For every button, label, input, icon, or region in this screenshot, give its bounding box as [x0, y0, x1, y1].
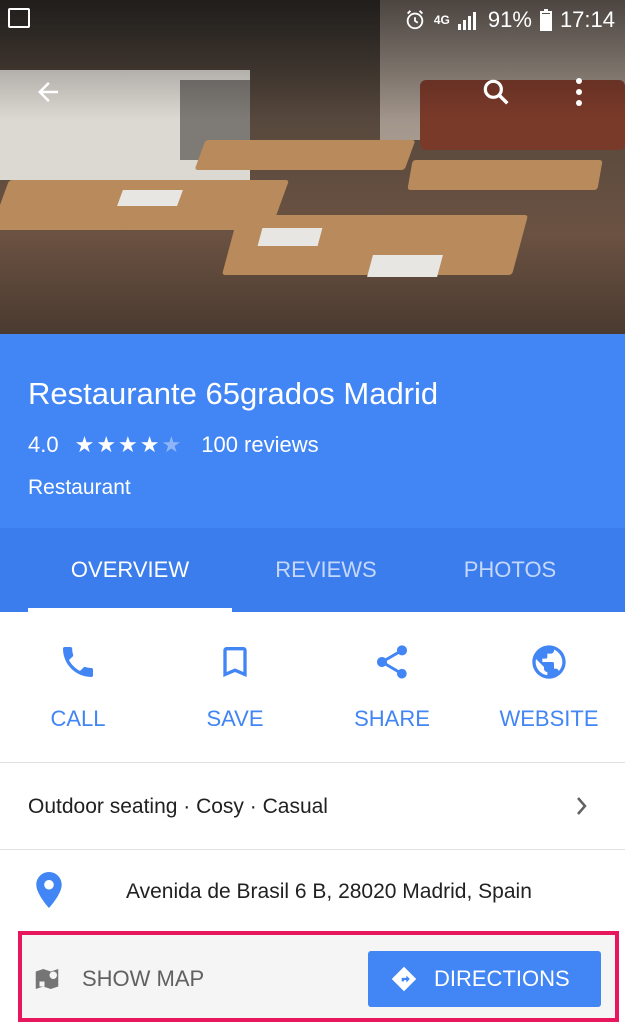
show-map-button[interactable]: SHOW MAP — [32, 955, 204, 1003]
bottom-action-bar: SHOW MAP DIRECTIONS — [18, 931, 619, 1022]
call-button[interactable]: CALL — [0, 612, 156, 762]
rating-row[interactable]: 4.0 ★★★★★ 100 reviews — [28, 432, 319, 458]
photo-placemat — [257, 228, 323, 246]
more-vert-icon — [576, 78, 582, 106]
search-icon — [483, 79, 509, 105]
map-icon — [35, 969, 59, 989]
tab-bar: OVERVIEW REVIEWS PHOTOS — [0, 528, 625, 612]
battery-percent: 91% — [487, 7, 532, 32]
place-header: Restaurante 65grados Madrid 4.0 ★★★★★ 10… — [0, 334, 625, 528]
status-right: 4G 91% 17:14 — [404, 7, 615, 33]
place-name: Restaurante 65grados Madrid — [28, 376, 439, 411]
chevron-right-icon — [577, 797, 587, 815]
address-text: Avenida de Brasil 6 B, 28020 Madrid, Spa… — [126, 880, 532, 903]
attributes-row[interactable]: Outdoor seating · Cosy · Casual — [0, 763, 625, 850]
tab-photos[interactable]: PHOTOS — [420, 528, 600, 612]
globe-icon — [532, 645, 566, 679]
bookmark-icon — [223, 647, 247, 677]
action-row: CALL SAVE SHARE WEBSITE — [0, 612, 625, 763]
status-bar: 4G 91% 17:14 — [0, 0, 625, 40]
save-button[interactable]: SAVE — [157, 612, 313, 762]
search-button[interactable] — [474, 70, 518, 114]
rating-value: 4.0 — [28, 432, 59, 457]
address-row[interactable]: Avenida de Brasil 6 B, 28020 Madrid, Spa… — [0, 850, 625, 932]
website-button[interactable]: WEBSITE — [471, 612, 625, 762]
directions-icon — [391, 966, 417, 992]
share-button[interactable]: SHARE — [314, 612, 470, 762]
clock: 17:14 — [559, 7, 615, 32]
call-label: CALL — [50, 706, 106, 731]
photo-placemat — [367, 255, 443, 277]
star-empty: ★ — [161, 432, 184, 457]
tab-overview[interactable]: OVERVIEW — [28, 528, 232, 612]
photo-table — [407, 160, 603, 190]
location-pin-icon — [36, 872, 62, 908]
show-map-label: SHOW MAP — [82, 966, 205, 991]
place-category: Restaurant — [28, 476, 131, 499]
photo-placemat — [117, 190, 183, 206]
share-icon — [377, 645, 407, 679]
share-label: SHARE — [354, 706, 430, 731]
website-label: WEBSITE — [499, 706, 599, 731]
directions-button[interactable]: DIRECTIONS — [368, 951, 601, 1007]
review-count: 100 reviews — [201, 432, 319, 457]
save-label: SAVE — [206, 706, 264, 731]
arrow-back-icon — [38, 82, 58, 102]
stars-filled: ★★★★ — [74, 432, 162, 457]
star-rating: ★★★★★ — [75, 432, 184, 458]
back-button[interactable] — [26, 70, 70, 114]
network-type: 4G — [433, 13, 450, 27]
signal-icon — [457, 12, 476, 30]
battery-icon — [539, 9, 552, 31]
image-notification-icon — [8, 8, 30, 28]
place-photo[interactable] — [0, 0, 625, 334]
photo-table — [194, 140, 416, 170]
directions-label: DIRECTIONS — [434, 966, 570, 991]
phone-icon — [63, 647, 93, 677]
attributes-text: Outdoor seating · Cosy · Casual — [28, 795, 328, 818]
tab-reviews[interactable]: REVIEWS — [232, 528, 420, 612]
more-options-button[interactable] — [557, 70, 601, 114]
alarm-icon — [406, 10, 424, 30]
